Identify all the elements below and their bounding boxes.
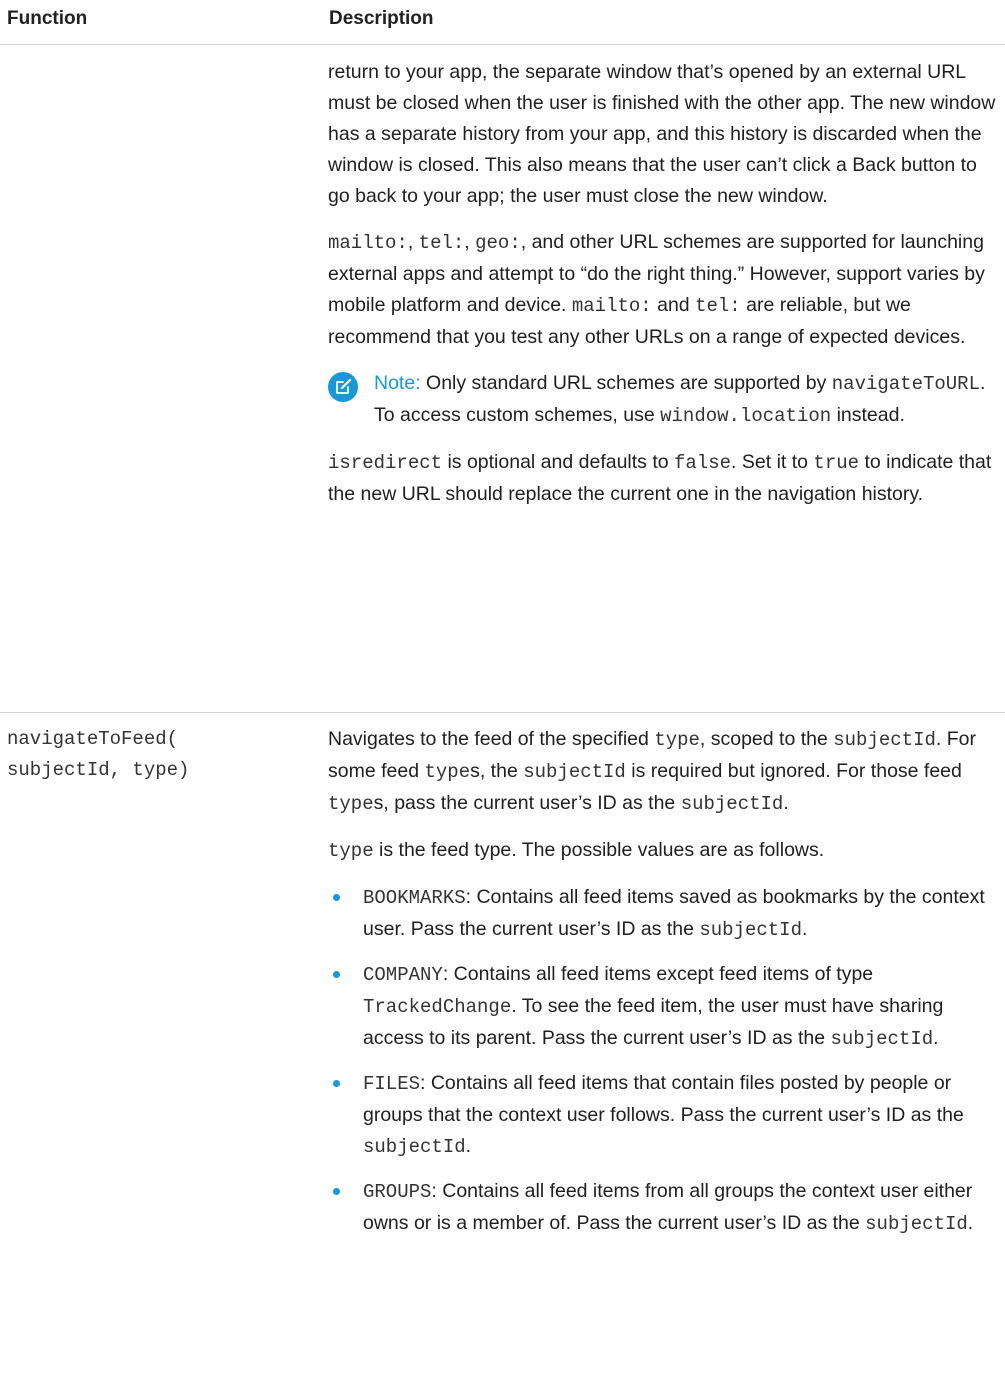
text: s, pass the current user’s ID as the [373, 792, 681, 814]
code-feed-type: BOOKMARKS [363, 887, 466, 909]
code-subjectid: subjectId [830, 1028, 934, 1050]
text: and [651, 294, 696, 316]
text: is the feed type. The possible values ar… [373, 839, 825, 861]
paragraph: Navigates to the feed of the specified t… [328, 724, 1000, 820]
code-subjectid: subjectId [523, 761, 626, 783]
text: , scoped to the [699, 728, 834, 750]
note-callout: Note: Only standard URL schemes are supp… [328, 368, 1000, 432]
description-column-header: Description [329, 8, 434, 29]
row-divider [0, 712, 1005, 713]
text: Navigates to the feed of the specified [328, 728, 655, 750]
text: , [464, 231, 476, 253]
text: , [407, 231, 419, 253]
code-feed-type: FILES [363, 1073, 421, 1095]
code-subjectid: subjectId [699, 919, 802, 941]
function-signature-line: subjectId, type) [7, 759, 190, 781]
text: instead. [831, 404, 905, 426]
list-item: FILES: Contains all feed items that cont… [328, 1068, 1000, 1163]
code-subjectid: subjectId [363, 1136, 466, 1158]
paragraph: mailto:, tel:, geo:, and other URL schem… [328, 227, 1000, 353]
code-type: type [424, 761, 471, 783]
list-item: GROUPS: Contains all feed items from all… [328, 1176, 1000, 1240]
code-false: false [674, 452, 732, 474]
text: . [967, 1212, 974, 1234]
code-type: type [328, 840, 374, 862]
code-subjectid: subjectId [865, 1213, 968, 1235]
feed-type-list: BOOKMARKS: Contains all feed items saved… [328, 882, 1000, 1240]
code-isredirect: isredirect [328, 452, 443, 474]
code-geo: geo: [475, 232, 521, 254]
bullet-icon [333, 1188, 340, 1195]
code-type: type [654, 729, 700, 751]
code-tel: tel: [418, 232, 465, 254]
note-label: Note: [374, 372, 421, 394]
text: is optional and defaults to [442, 451, 675, 473]
code-trackedchange: TrackedChange [363, 996, 512, 1018]
table-header: Function Description [0, 0, 1005, 45]
text: Only standard URL schemes are supported … [420, 372, 832, 394]
paragraph: isredirect is optional and defaults to f… [328, 447, 1000, 510]
code-true: true [813, 452, 860, 474]
bullet-icon [333, 894, 340, 901]
list-item: COMPANY: Contains all feed items except … [328, 959, 1000, 1055]
function-signature-line: navigateToFeed( [7, 728, 179, 750]
code-type: type [328, 793, 374, 815]
code-navigatetourl: navigateToURL [831, 373, 980, 395]
text: . Set it to [731, 451, 814, 473]
code-subjectid: subjectId [680, 793, 784, 815]
list-item: BOOKMARKS: Contains all feed items saved… [328, 882, 1000, 946]
bullet-icon [333, 971, 340, 978]
function-cell-navigatetofeed: navigateToFeed( subjectId, type) [7, 724, 317, 786]
description-cell-navigatetourl: return to your app, the separate window … [328, 57, 1000, 525]
text: . [933, 1027, 939, 1049]
text: . [465, 1135, 472, 1157]
code-subjectid: subjectId [833, 729, 936, 751]
code-feed-type: GROUPS [363, 1181, 432, 1203]
paragraph: return to your app, the separate window … [328, 61, 996, 207]
text: s, the [470, 760, 524, 782]
paragraph: type is the feed type. The possible valu… [328, 835, 1000, 867]
code-feed-type: COMPANY [363, 964, 443, 986]
edit-note-icon [328, 372, 358, 402]
text: : Contains all feed items except feed it… [442, 963, 874, 985]
function-column-header: Function [7, 8, 88, 29]
text: : Contains all feed items that contain f… [363, 1072, 964, 1126]
text: . [783, 792, 789, 814]
bullet-icon [333, 1080, 340, 1087]
doc-page: Function Description return to your app,… [0, 0, 1005, 1376]
description-cell-navigatetofeed: Navigates to the feed of the specified t… [328, 724, 1000, 1253]
code-window-location: window.location [660, 405, 832, 427]
text: is required but ignored. For those feed [625, 760, 962, 782]
code-mailto: mailto: [328, 232, 408, 254]
text: . [801, 918, 808, 940]
code-tel: tel: [695, 295, 741, 317]
code-mailto: mailto: [571, 295, 652, 317]
